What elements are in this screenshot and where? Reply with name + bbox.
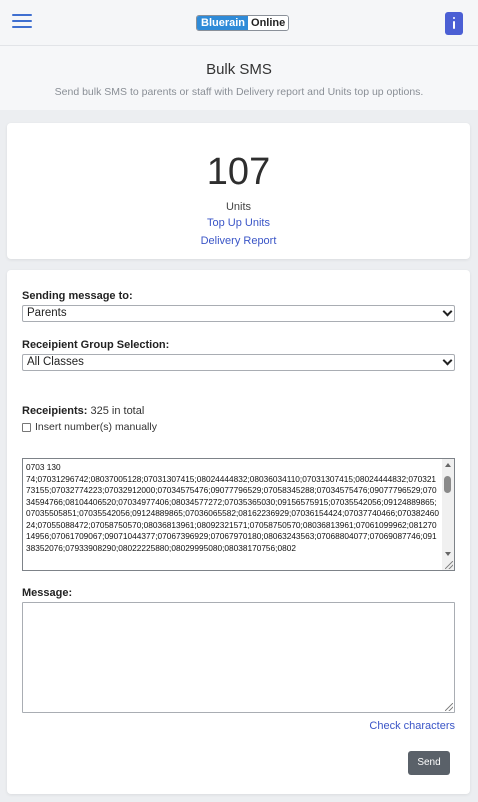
sending-to-select[interactable]: Parents bbox=[22, 305, 455, 322]
logo-left-text: Bluerain bbox=[197, 16, 249, 30]
numbers-list: 74;07031296742;08037005128;07031307415;0… bbox=[26, 473, 439, 553]
message-label: Message: bbox=[22, 587, 73, 599]
scroll-up-icon[interactable] bbox=[445, 463, 451, 467]
page-header: Bulk SMS Send bulk SMS to parents or sta… bbox=[0, 46, 478, 110]
check-characters-link[interactable]: Check characters bbox=[369, 720, 455, 732]
resize-handle-icon[interactable] bbox=[445, 561, 453, 569]
sending-to-value: Parents bbox=[27, 307, 67, 319]
recipients-summary: Receipients: 325 in total bbox=[22, 405, 144, 417]
numbers-text: 0703 130 74;07031296742;08037005128;0703… bbox=[26, 462, 440, 554]
sending-to-label: Sending message to: bbox=[22, 290, 133, 302]
scroll-thumb[interactable] bbox=[444, 476, 451, 493]
app-logo[interactable]: Bluerain Online bbox=[196, 15, 290, 31]
units-card: 107 Units Top Up Units Delivery Report bbox=[7, 123, 470, 259]
top-navbar: Bluerain Online bbox=[0, 0, 478, 46]
page-subtitle: Send bulk SMS to parents or staff with D… bbox=[54, 86, 424, 98]
hamburger-icon[interactable] bbox=[12, 13, 32, 29]
chevron-down-icon bbox=[442, 355, 453, 366]
units-label: Units bbox=[225, 201, 252, 213]
resize-handle-icon[interactable] bbox=[445, 703, 453, 711]
send-button[interactable]: Send bbox=[408, 751, 450, 775]
vertical-dots-icon[interactable] bbox=[445, 12, 463, 35]
scroll-down-icon[interactable] bbox=[445, 552, 451, 556]
manual-insert-checkbox[interactable] bbox=[22, 422, 31, 432]
page-title: Bulk SMS bbox=[206, 61, 272, 78]
numbers-first-line: 0703 130 bbox=[26, 462, 61, 472]
manual-insert-label[interactable]: Insert number(s) manually bbox=[35, 421, 157, 433]
numbers-scrollbar[interactable] bbox=[442, 459, 454, 570]
delivery-report-link[interactable]: Delivery Report bbox=[201, 235, 277, 247]
group-selection-value: All Classes bbox=[27, 356, 84, 368]
sms-form-card: Sending message to: Parents Receipient G… bbox=[7, 270, 470, 794]
chevron-down-icon bbox=[442, 306, 453, 317]
group-selection-label: Receipient Group Selection: bbox=[22, 339, 170, 351]
logo-right-text: Online bbox=[248, 16, 289, 30]
group-selection-select[interactable]: All Classes bbox=[22, 354, 455, 371]
recipients-label: Receipients: bbox=[22, 405, 88, 417]
manual-insert-row: Insert number(s) manually bbox=[22, 421, 157, 433]
units-count: 107 bbox=[206, 151, 271, 193]
recipients-count: 325 in total bbox=[90, 405, 145, 417]
message-textarea[interactable] bbox=[22, 602, 455, 713]
top-up-units-link[interactable]: Top Up Units bbox=[207, 217, 270, 229]
numbers-textarea[interactable]: 0703 130 74;07031296742;08037005128;0703… bbox=[22, 458, 455, 571]
